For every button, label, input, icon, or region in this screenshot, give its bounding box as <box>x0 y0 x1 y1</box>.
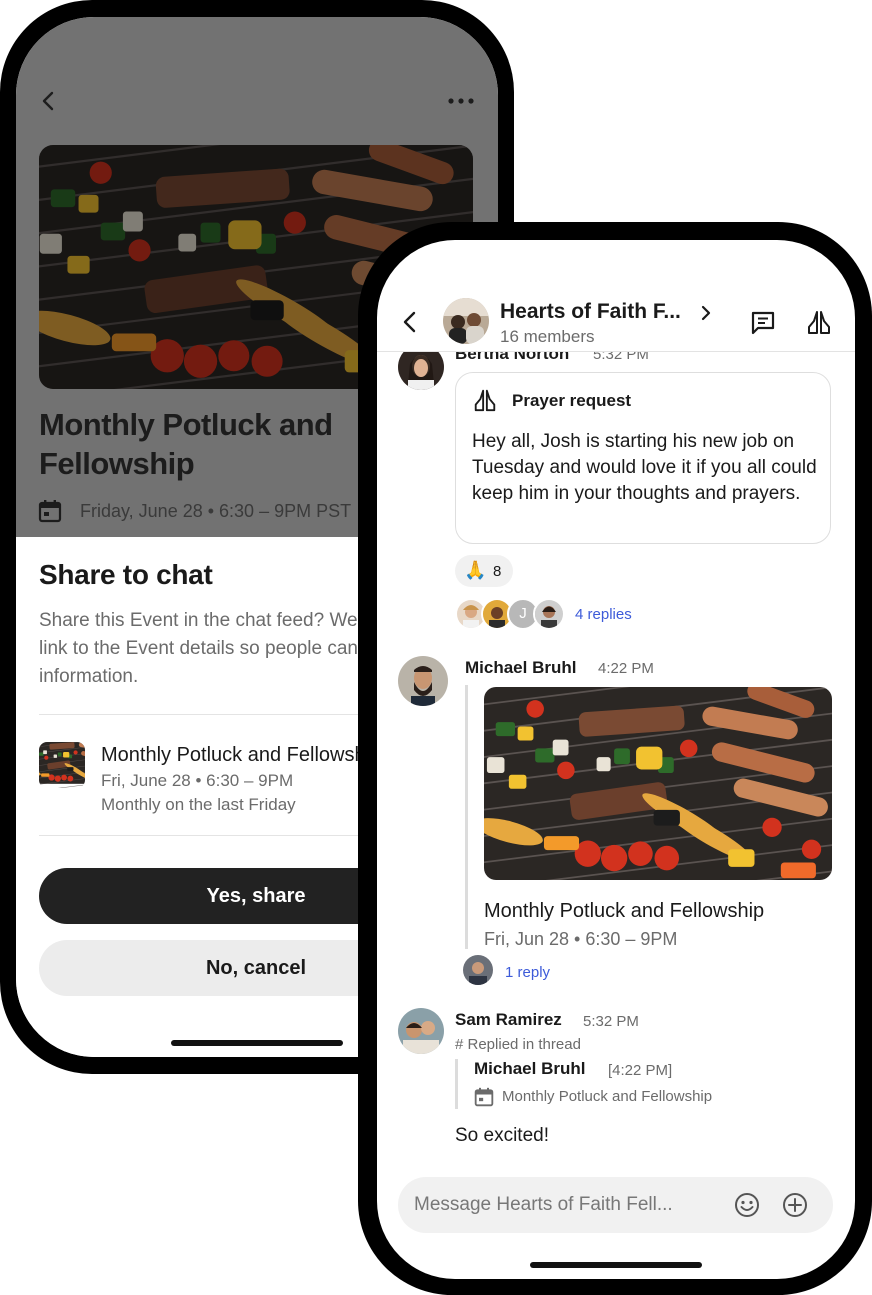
thread-bar <box>465 685 468 949</box>
message-feed[interactable]: Bertha Norton 5:32 PM Prayer request Hey… <box>377 352 855 1162</box>
back-icon[interactable] <box>401 310 419 334</box>
message-composer[interactable]: Message Hearts of Faith Fell... <box>398 1177 833 1233</box>
back-icon[interactable] <box>38 90 60 112</box>
event-image[interactable] <box>484 687 832 880</box>
quote-time: [4:22 PM] <box>608 1062 673 1079</box>
event-title[interactable]: Monthly Potluck and Fellowship <box>484 900 764 923</box>
home-indicator[interactable] <box>171 1040 343 1046</box>
card-body: Hey all, Josh is starting his new job on… <box>472 431 817 504</box>
message-author[interactable]: Bertha Norton <box>455 352 569 364</box>
calendar-icon <box>38 499 62 523</box>
shared-event-title: Monthly Potluck and Fellowship <box>101 744 382 766</box>
shared-event-date: Fri, June 28 • 6:30 – 9PM <box>101 771 294 790</box>
avatar[interactable] <box>398 656 448 706</box>
quote-author: Michael Bruhl <box>474 1059 586 1078</box>
message-time: 4:22 PM <box>598 660 654 677</box>
message-input[interactable]: Message Hearts of Faith Fell... <box>414 1194 673 1216</box>
reply-avatar <box>533 598 565 630</box>
emoji-icon[interactable] <box>733 1191 761 1219</box>
group-name[interactable]: Hearts of Faith F... <box>500 300 681 324</box>
yes-share-label: Yes, share <box>206 885 306 907</box>
replies-link[interactable]: 1 reply <box>505 964 550 981</box>
avatar[interactable] <box>398 1008 444 1054</box>
no-cancel-label: No, cancel <box>205 957 307 979</box>
event-datetime: Friday, June 28 • 6:30 – 9PM PST <box>80 501 352 521</box>
message-text: So excited! <box>455 1125 549 1146</box>
reaction-count: 8 <box>493 563 502 580</box>
group-avatar[interactable] <box>443 298 489 344</box>
replied-in-thread-label[interactable]: # Replied in thread <box>455 1036 581 1053</box>
more-icon[interactable] <box>446 90 476 112</box>
chat-screen: Hearts of Faith F... 16 members Bertha N… <box>377 240 855 1279</box>
member-count: 16 members <box>500 327 595 346</box>
add-icon[interactable] <box>781 1191 809 1219</box>
reaction-pill[interactable]: 🙏 8 <box>455 555 513 587</box>
calendar-icon <box>474 1087 494 1107</box>
sheet-title: Share to chat <box>39 559 213 590</box>
prayer-request-card[interactable]: Prayer request Hey all, Josh is starting… <box>455 372 831 544</box>
chevron-right-icon[interactable] <box>699 304 713 322</box>
quote-bar <box>455 1059 458 1109</box>
threads-icon[interactable] <box>750 310 776 336</box>
replies-link[interactable]: 4 replies <box>575 606 632 623</box>
prayer-icon[interactable] <box>805 308 833 336</box>
home-indicator[interactable] <box>530 1262 702 1268</box>
event-thumbnail <box>39 742 85 788</box>
message-time: 5:32 PM <box>593 352 649 363</box>
prayer-icon <box>472 387 498 413</box>
avatar[interactable] <box>398 352 444 390</box>
reply-avatar <box>463 955 493 985</box>
event-date: Fri, Jun 28 • 6:30 – 9PM <box>484 929 678 949</box>
message-author[interactable]: Michael Bruhl <box>465 658 576 678</box>
shared-event-recurrence: Monthly on the last Friday <box>101 795 296 814</box>
message-time: 5:32 PM <box>583 1013 639 1030</box>
card-title: Prayer request <box>512 391 632 410</box>
message-author[interactable]: Sam Ramirez <box>455 1010 562 1030</box>
quote-text: Monthly Potluck and Fellowship <box>502 1088 713 1105</box>
folded-hands-icon: 🙏 <box>464 560 487 580</box>
